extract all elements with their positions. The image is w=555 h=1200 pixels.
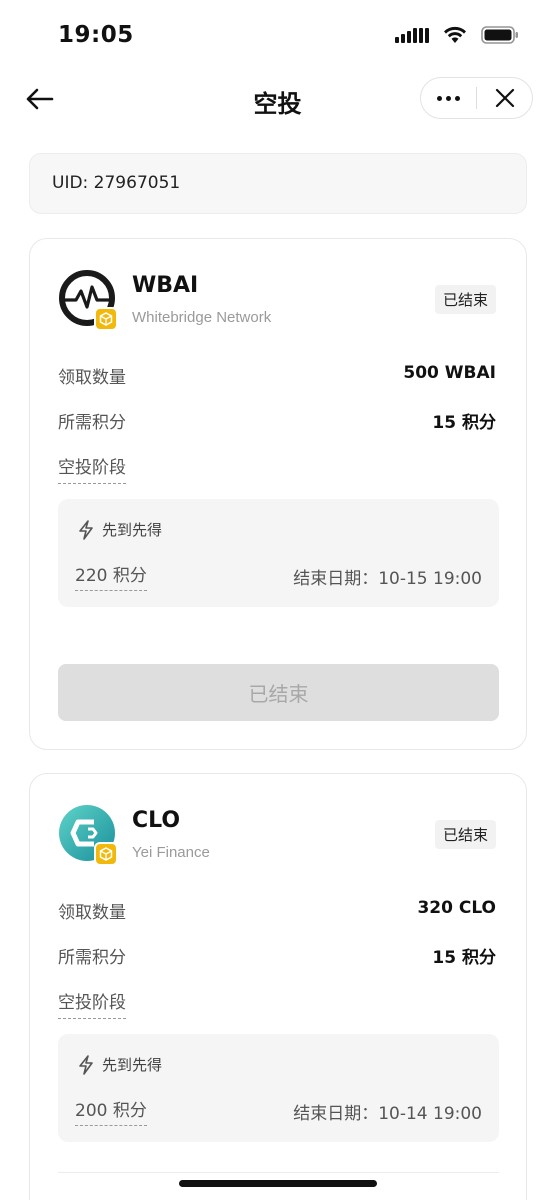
bnb-badge-icon xyxy=(94,842,118,866)
stage-points[interactable]: 200 积分 xyxy=(75,1096,147,1126)
nav-bar: 空投 xyxy=(0,72,555,126)
card-divider xyxy=(58,1172,499,1173)
uid-text: UID: 27967051 xyxy=(52,173,181,193)
required-points-value: 15 积分 xyxy=(432,948,496,968)
stage-end-date: 结束日期：10-15 19:00 xyxy=(293,569,482,589)
wifi-icon xyxy=(444,26,466,43)
more-dots-icon xyxy=(446,95,451,101)
airdrop-stage-label[interactable]: 空投阶段 xyxy=(58,453,126,484)
lightning-icon xyxy=(79,519,93,540)
airdrop-card: WBAI Whitebridge Network 已结束 领取数量 500 WB… xyxy=(29,238,527,750)
stage-type-text: 先到先得 xyxy=(102,521,163,539)
close-icon xyxy=(495,88,514,108)
close-button[interactable] xyxy=(477,78,532,118)
required-points-value: 15 积分 xyxy=(432,413,496,433)
stage-type: 先到先得 xyxy=(78,1054,162,1075)
token-project-name: Yei Finance xyxy=(132,844,210,861)
claim-amount-value: 320 CLO xyxy=(417,898,496,918)
claim-amount-row: 领取数量 320 CLO xyxy=(58,898,496,923)
airdrop-stage-label[interactable]: 空投阶段 xyxy=(58,988,126,1019)
required-points-row: 所需积分 15 积分 xyxy=(58,408,496,433)
stage-type-text: 先到先得 xyxy=(102,1056,163,1074)
home-indicator xyxy=(179,1180,377,1187)
token-symbol: CLO xyxy=(132,808,181,833)
stage-box: 先到先得 220 积分 结束日期：10-15 19:00 xyxy=(58,499,499,607)
cellular-signal-icon xyxy=(395,27,429,43)
bnb-badge-icon xyxy=(94,307,118,331)
claim-amount-row: 领取数量 500 WBAI xyxy=(58,363,496,388)
lightning-icon xyxy=(79,1054,93,1075)
claim-amount-label: 领取数量 xyxy=(58,903,126,923)
claim-amount-label: 领取数量 xyxy=(58,368,126,388)
more-dots-icon xyxy=(455,95,460,101)
required-points-label: 所需积分 xyxy=(58,413,126,433)
airdrop-card: CLO Yei Finance 已结束 领取数量 320 CLO 所需积分 15… xyxy=(29,773,527,1200)
token-symbol: WBAI xyxy=(132,273,199,298)
status-icons xyxy=(395,26,519,44)
token-project-name: Whitebridge Network xyxy=(132,309,272,326)
status-time: 19:05 xyxy=(58,22,134,48)
stage-type: 先到先得 xyxy=(78,519,162,540)
required-points-row: 所需积分 15 积分 xyxy=(58,943,496,968)
ended-button[interactable]: 已结束 xyxy=(58,664,499,721)
more-dots-icon xyxy=(437,95,442,101)
status-badge: 已结束 xyxy=(434,285,496,314)
status-badge: 已结束 xyxy=(434,820,496,849)
mini-program-capsule xyxy=(420,77,533,119)
more-button[interactable] xyxy=(421,78,476,118)
required-points-label: 所需积分 xyxy=(58,948,126,968)
uid-box: UID: 27967051 xyxy=(29,153,527,214)
stage-box: 先到先得 200 积分 结束日期：10-14 19:00 xyxy=(58,1034,499,1142)
stage-end-date: 结束日期：10-14 19:00 xyxy=(293,1104,482,1124)
status-bar: 19:05 xyxy=(0,0,555,70)
battery-icon xyxy=(481,26,518,44)
stage-points[interactable]: 220 积分 xyxy=(75,561,147,591)
claim-amount-value: 500 WBAI xyxy=(403,363,496,383)
